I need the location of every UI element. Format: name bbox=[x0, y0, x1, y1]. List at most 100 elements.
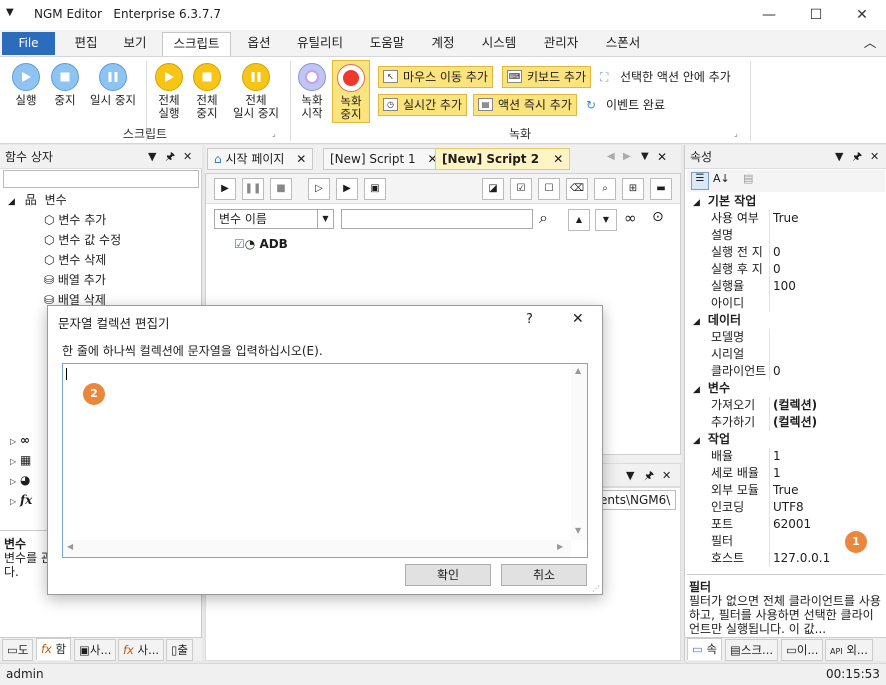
record-stop-button[interactable]: 녹화 중지 bbox=[332, 60, 370, 123]
dropdown-icon[interactable]: ▼ bbox=[148, 145, 156, 169]
property-row[interactable]: 외부 모듈 True bbox=[687, 482, 885, 499]
tab-script-2[interactable]: [New] Script 2 ✕ bbox=[435, 148, 571, 170]
step-into-icon[interactable]: ▶ bbox=[336, 178, 358, 200]
property-row[interactable]: 인코딩 UTF8 bbox=[687, 499, 885, 516]
property-row[interactable]: 가져오기 (컬렉션) bbox=[687, 397, 885, 414]
property-row[interactable]: 모델명 bbox=[687, 329, 885, 346]
categorized-icon[interactable]: ☰ bbox=[691, 172, 709, 190]
tab-start-page[interactable]: ⌂ 시작 페이지 ✕ bbox=[207, 148, 314, 170]
property-value[interactable]: 0 bbox=[773, 261, 781, 278]
menu-help[interactable]: 도움말 bbox=[360, 30, 414, 56]
add-keyboard-button[interactable]: ⌨ 키보드 추가 bbox=[502, 66, 592, 88]
horizontal-scrollbar[interactable]: ◀ ▶ bbox=[63, 540, 571, 557]
property-value[interactable]: 0 bbox=[773, 244, 781, 261]
function-search-input[interactable] bbox=[3, 170, 199, 188]
close-button[interactable]: ✕ bbox=[839, 0, 885, 30]
property-value[interactable]: UTF8 bbox=[773, 499, 804, 516]
tree-item-add-variable[interactable]: ⬡ 변수 추가 bbox=[44, 210, 106, 230]
property-row[interactable]: 세로 배율 1 bbox=[687, 465, 885, 482]
property-row[interactable]: 클라이언트 0 bbox=[687, 363, 885, 380]
property-value[interactable]: 1 bbox=[773, 448, 781, 465]
tab-user1[interactable]: ▣사... bbox=[74, 639, 117, 661]
variable-name-select[interactable]: 변수 이름 ▼ bbox=[214, 209, 334, 229]
script-stop-icon[interactable]: ■ bbox=[270, 178, 292, 200]
ok-button[interactable]: 확인 bbox=[405, 564, 491, 586]
step-icon[interactable]: ▷ bbox=[308, 178, 330, 200]
close-panel-icon[interactable]: ✕ bbox=[662, 464, 671, 488]
string-collection-textarea[interactable]: ▲ ▼ ◀ ▶ bbox=[62, 363, 588, 558]
property-value[interactable]: (컬렉션) bbox=[773, 414, 817, 431]
add-mouse-move-button[interactable]: ↖ 마우스 이동 추가 bbox=[378, 66, 493, 88]
delete-icon[interactable]: ⌫ bbox=[566, 178, 588, 200]
menu-sponsor[interactable]: 스폰서 bbox=[596, 30, 650, 56]
property-row[interactable]: 설명 bbox=[687, 227, 885, 244]
menu-script[interactable]: 스크립트 bbox=[162, 32, 231, 56]
run-button[interactable]: 실행 bbox=[6, 63, 46, 107]
property-row[interactable]: 실행율 100 bbox=[687, 278, 885, 295]
stop-button[interactable]: 중지 bbox=[46, 63, 84, 107]
dialog-help-button[interactable]: ? bbox=[526, 312, 533, 327]
scroll-down-icon[interactable]: ▼ bbox=[575, 526, 581, 535]
property-section[interactable]: ◢ 데이터 bbox=[687, 312, 885, 329]
run-all-button[interactable]: 전체 실행 bbox=[150, 63, 188, 120]
infinity-icon[interactable]: ∞ bbox=[624, 209, 637, 227]
step-over-icon[interactable]: ▣ bbox=[364, 178, 386, 200]
vertical-scrollbar[interactable]: ▲ ▼ bbox=[571, 364, 587, 540]
collapse-ribbon-icon[interactable]: ︿ bbox=[860, 30, 880, 56]
tab-list-icon[interactable]: ▼ bbox=[641, 151, 649, 162]
monitor-icon[interactable]: ▬ bbox=[650, 178, 672, 200]
tree-item-delete-variable[interactable]: ⬡ 변수 삭제 bbox=[44, 250, 106, 270]
checkbox-icon[interactable]: ☐ bbox=[538, 178, 560, 200]
add-realtime-button[interactable]: ◷ 실시간 추가 bbox=[378, 94, 468, 116]
stop-all-button[interactable]: 전체 중지 bbox=[188, 63, 226, 120]
scroll-right-icon[interactable]: ▶ bbox=[623, 151, 631, 162]
tree-group-chart[interactable]: ▷ ◕ bbox=[10, 470, 30, 490]
property-section[interactable]: ◢ 작업 bbox=[687, 431, 885, 448]
pin-icon[interactable]: 🖈 bbox=[165, 145, 175, 169]
menu-edit[interactable]: 편집 bbox=[64, 30, 108, 56]
minimize-button[interactable]: — bbox=[746, 0, 792, 30]
script-search-input[interactable] bbox=[341, 209, 533, 229]
property-row[interactable]: 사용 여부 True bbox=[687, 210, 885, 227]
cancel-button[interactable]: 취소 bbox=[501, 564, 587, 586]
property-section[interactable]: ◢ 변수 bbox=[687, 380, 885, 397]
property-row[interactable]: 실행 후 지 0 bbox=[687, 261, 885, 278]
property-value[interactable]: (컬렉션) bbox=[773, 397, 817, 414]
add-into-selected-button[interactable]: ⛶ 선택한 액션 안에 추가 bbox=[600, 68, 731, 88]
system-menu-icon[interactable]: ▼ bbox=[6, 7, 14, 18]
search-icon[interactable]: ⌕ bbox=[539, 208, 548, 228]
chart-icon[interactable]: ◪ bbox=[482, 178, 504, 200]
close-panel-icon[interactable]: ✕ bbox=[183, 145, 192, 169]
menu-account[interactable]: 계정 bbox=[422, 30, 464, 56]
menu-admin[interactable]: 관리자 bbox=[534, 30, 588, 56]
dropdown-icon[interactable]: ▼ bbox=[835, 145, 843, 169]
more-icon[interactable]: ⊙ bbox=[652, 209, 664, 225]
move-up-icon[interactable]: ▲ bbox=[568, 209, 590, 231]
dialog-close-button[interactable]: ✕ bbox=[572, 311, 584, 327]
scroll-up-icon[interactable]: ▲ bbox=[575, 366, 581, 375]
action-item-adb[interactable]: ☑◔ ADB bbox=[234, 237, 288, 251]
tab-output[interactable]: ▯출 bbox=[166, 639, 193, 661]
maximize-button[interactable]: ☐ bbox=[793, 0, 839, 30]
dropdown-icon[interactable]: ▼ bbox=[626, 464, 634, 488]
tab-properties[interactable]: ▭ 속 bbox=[687, 638, 723, 660]
scroll-left-icon[interactable]: ◀ bbox=[67, 542, 73, 551]
tree-group-function[interactable]: ▷ fx bbox=[10, 490, 32, 510]
property-value[interactable]: 1 bbox=[773, 465, 781, 482]
property-value[interactable]: 127.0.0.1 bbox=[773, 550, 830, 567]
tab-script[interactable]: ▤스크... bbox=[725, 639, 779, 661]
property-row[interactable]: 실행 전 지 0 bbox=[687, 244, 885, 261]
pause-button[interactable]: 일시 중지 bbox=[84, 63, 142, 107]
property-value[interactable]: 100 bbox=[773, 278, 796, 295]
property-value[interactable]: True bbox=[773, 210, 799, 227]
menu-utility[interactable]: 유틸리티 bbox=[288, 30, 352, 56]
menu-file[interactable]: File bbox=[2, 32, 55, 55]
menu-system[interactable]: 시스템 bbox=[472, 30, 526, 56]
tab-user2[interactable]: fx 사... bbox=[118, 639, 165, 661]
tree-group-loop[interactable]: ▷ ∞ bbox=[10, 430, 30, 450]
script-pause-icon[interactable]: ❚❚ bbox=[242, 178, 264, 200]
sort-az-icon[interactable]: A↓ bbox=[713, 172, 730, 185]
add-action-instant-button[interactable]: ▤ 액션 즉시 추가 bbox=[473, 94, 577, 116]
tab-function[interactable]: fx 함 bbox=[36, 638, 72, 660]
property-section[interactable]: ◢ 기본 작업 bbox=[687, 193, 885, 210]
